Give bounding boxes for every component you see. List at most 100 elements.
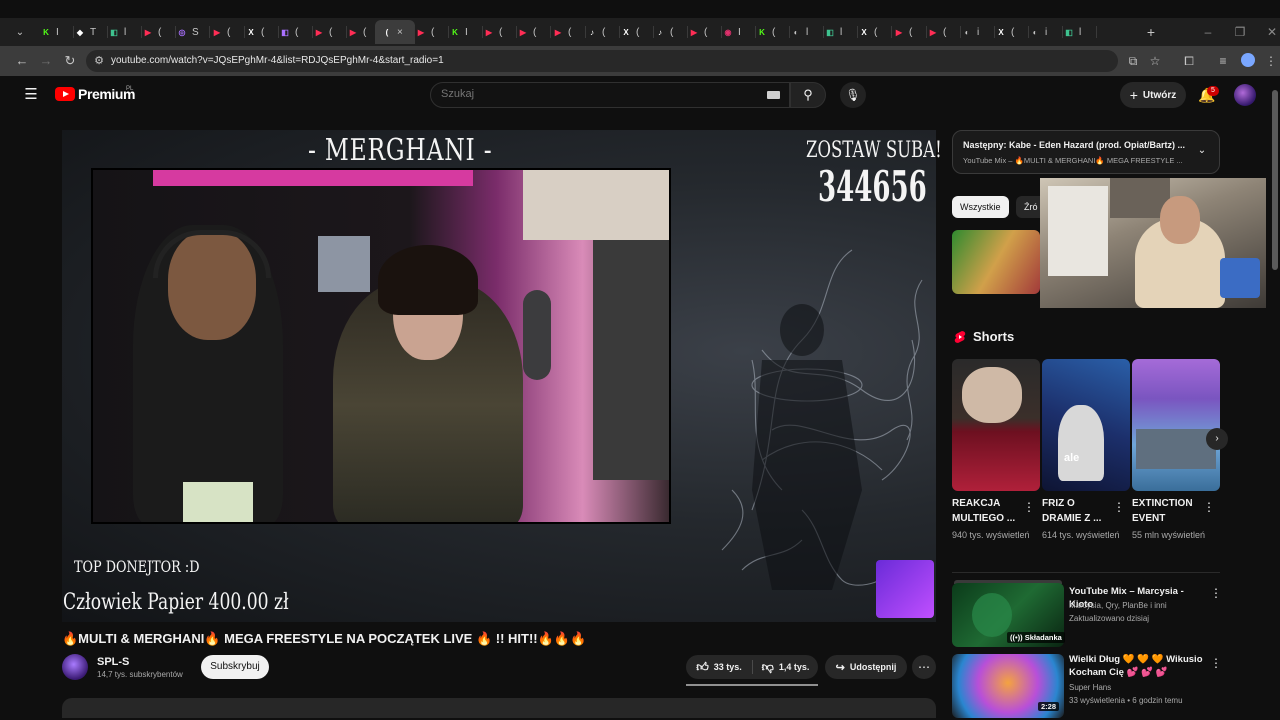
youtube-premium-logo[interactable]: Premium: [55, 86, 136, 102]
channel-watermark[interactable]: [876, 560, 934, 618]
short-card[interactable]: [1132, 359, 1220, 491]
minimize-icon[interactable]: –: [1198, 22, 1218, 42]
short-menu-icon[interactable]: ⋮: [1023, 500, 1035, 514]
tab-title: (: [772, 26, 776, 38]
short-title[interactable]: REAKCJA MULTIEGO ...: [952, 496, 1020, 526]
recommended-thumbnail[interactable]: [952, 230, 1040, 294]
dislike-count: 1,4 tys.: [778, 662, 810, 672]
short-views: 614 tys. wyświetleń: [1042, 530, 1120, 540]
short-card[interactable]: [1042, 359, 1130, 491]
reload-icon[interactable]: ↻: [60, 51, 80, 71]
plus-icon: +: [1129, 87, 1138, 103]
browser-tab[interactable]: ◎ S: [170, 20, 210, 44]
stream-overlay-donor-label: TOP DONEJTOR :D: [74, 557, 200, 576]
short-title[interactable]: EXTINCTION EVENT: [1132, 496, 1200, 526]
browser-tab[interactable]: ◧ l: [1057, 20, 1097, 44]
like-button[interactable]: 👍︎ 33 tys.: [686, 655, 752, 679]
page-scrollbar[interactable]: [1272, 90, 1278, 270]
wall-picture: [318, 236, 370, 292]
close-window-icon[interactable]: ✕: [1262, 22, 1280, 42]
tab-favicon-icon: ◆: [76, 27, 84, 37]
back-icon[interactable]: ←: [12, 51, 32, 71]
install-app-icon[interactable]: ⧉: [1124, 52, 1142, 70]
tab-favicon-icon: X: [248, 27, 254, 37]
tab-title: S: [192, 26, 199, 38]
short-menu-icon[interactable]: ⋮: [1203, 500, 1215, 514]
recommended-menu-icon[interactable]: ⋮: [1210, 656, 1222, 670]
channel-name[interactable]: SPL-S: [97, 656, 129, 668]
short-title[interactable]: FRIZ O DRAMIE Z ...: [1042, 496, 1110, 526]
search-box[interactable]: [430, 82, 790, 108]
search-input[interactable]: [441, 88, 741, 100]
subscribe-button[interactable]: Subskrybuj: [201, 655, 269, 679]
tab-title: T: [90, 26, 97, 38]
tab-favicon-icon: ◧: [826, 27, 834, 37]
picture-in-picture-stream[interactable]: [1040, 178, 1266, 308]
new-tab-button[interactable]: +: [1143, 24, 1159, 40]
next-video-title[interactable]: Następny: Kabe - Eden Hazard (prod. Opia…: [963, 140, 1188, 150]
tab-title: i: [977, 26, 980, 38]
tab-favicon-icon: ▶: [929, 27, 937, 37]
browser-profile-avatar[interactable]: [1241, 53, 1255, 67]
browser-tab[interactable]: ▶(: [511, 20, 551, 44]
bookmark-star-icon[interactable]: ☆: [1146, 52, 1164, 70]
keyboard-icon[interactable]: [767, 91, 780, 99]
tab-favicon-icon: ▶: [349, 27, 357, 37]
browser-tab[interactable]: X(: [852, 20, 892, 44]
section-divider: [952, 572, 1220, 573]
tab-close-icon[interactable]: ×: [397, 27, 403, 38]
voice-search-button[interactable]: 🎙: [840, 82, 866, 108]
tab-title: (: [874, 26, 878, 38]
tab-title: (: [431, 26, 435, 38]
tab-title: I: [465, 26, 468, 38]
dislike-button[interactable]: 👎︎ 1,4 tys.: [753, 655, 818, 679]
city-skyline: [1136, 429, 1216, 469]
tab-favicon-icon: ▶: [315, 27, 323, 37]
chevron-down-icon[interactable]: ⌄: [1196, 145, 1208, 159]
tab-favicon-icon: ▶: [519, 27, 527, 37]
url-text[interactable]: youtube.com/watch?v=JQsEPghMr-4&list=RDJ…: [111, 55, 444, 66]
create-button[interactable]: + Utwórz: [1120, 82, 1186, 108]
short-menu-icon[interactable]: ⋮: [1113, 500, 1125, 514]
like-ratio-bar: [686, 684, 818, 686]
thumbs-down-icon: 👎︎: [761, 659, 774, 674]
short-card[interactable]: [952, 359, 1040, 491]
tab-title: (: [158, 26, 162, 38]
tab-title: I: [56, 26, 59, 38]
tab-favicon-icon: ▶: [485, 27, 493, 37]
tab-favicon-icon: ◧: [1065, 27, 1073, 37]
channel-avatar[interactable]: [62, 654, 88, 680]
filter-chip-all[interactable]: Wszystkie: [952, 196, 1009, 218]
shorts-next-button[interactable]: ›: [1206, 428, 1228, 450]
forward-icon[interactable]: →: [36, 51, 56, 71]
browser-menu-icon[interactable]: ⋮: [1262, 52, 1280, 70]
tab-favicon-icon: ◎: [178, 27, 186, 37]
site-info-icon[interactable]: ⚙: [92, 53, 106, 69]
tab-title: (: [704, 26, 708, 38]
search-button[interactable]: ⚲: [790, 82, 826, 108]
more-actions-button[interactable]: ⋯: [912, 655, 936, 679]
tab-favicon-icon: ◐: [793, 27, 799, 37]
account-avatar[interactable]: [1234, 84, 1256, 106]
restore-icon[interactable]: ❐: [1230, 22, 1250, 42]
tab-favicon-icon: ◐: [1032, 27, 1038, 37]
tab-favicon-icon: K: [452, 27, 458, 37]
notification-count-badge: 5: [1207, 86, 1219, 96]
description-box[interactable]: [62, 698, 936, 718]
share-button[interactable]: ↪ Udostępnij: [825, 655, 907, 679]
tab-list-button[interactable]: ⌄: [10, 22, 30, 42]
tab-title: (: [363, 26, 367, 38]
thumbnail-art: [972, 593, 1012, 637]
recommended-menu-icon[interactable]: ⋮: [1210, 586, 1222, 600]
media-controls-icon[interactable]: ≡: [1214, 52, 1232, 70]
tab-title: (: [329, 26, 333, 38]
tab-title: l: [1079, 26, 1082, 38]
guide-menu-icon[interactable]: ☰: [22, 86, 40, 104]
playlist-next-card[interactable]: [952, 130, 1220, 174]
tab-favicon-icon: ◧: [281, 27, 289, 37]
tab-title: (: [1011, 26, 1015, 38]
extensions-icon[interactable]: ⧠: [1180, 52, 1198, 70]
recommended-title[interactable]: Wielki Dług 🧡 🧡 🧡 Wikusio Kocham Cię 💕 💕…: [1069, 653, 1209, 679]
share-icon: ↪: [835, 661, 845, 674]
recommended-meta: 33 wyświetlenia • 6 godzin temu: [1069, 696, 1183, 705]
